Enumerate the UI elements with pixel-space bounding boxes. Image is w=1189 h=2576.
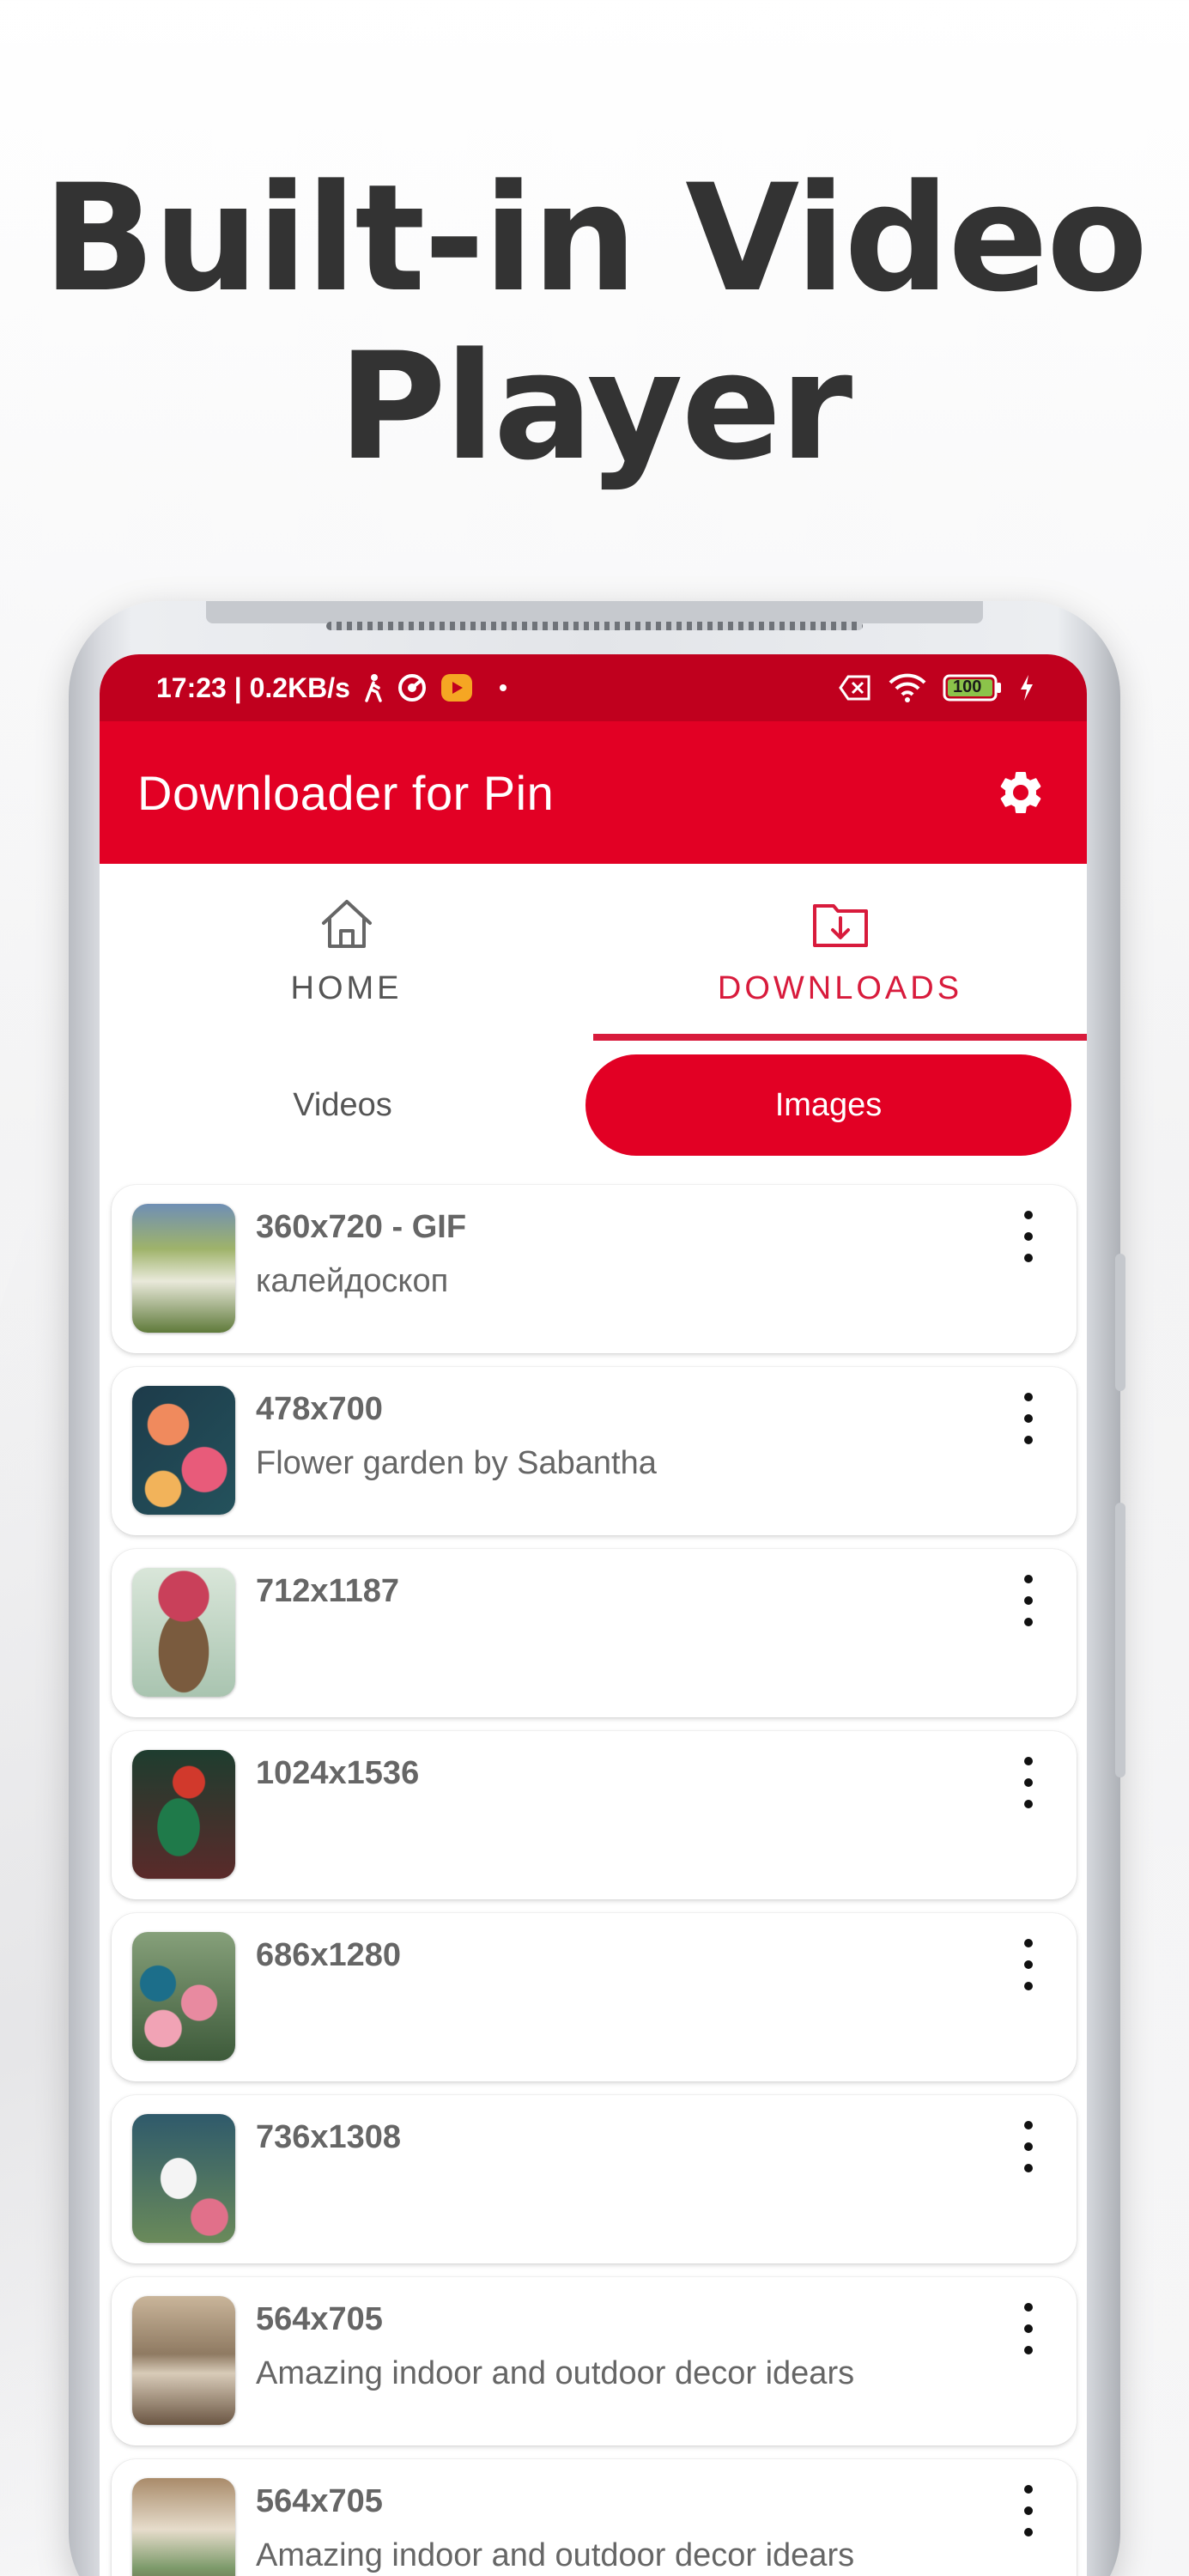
walk-icon xyxy=(362,673,385,702)
thumbnail xyxy=(132,1386,235,1515)
item-dimensions: 1024x1536 xyxy=(256,1755,420,1791)
thumbnail xyxy=(132,2296,235,2425)
more-options-icon[interactable] xyxy=(1011,1211,1046,1262)
volume-button xyxy=(1115,1254,1125,1391)
item-dimensions: 712x1187 xyxy=(256,1573,399,1609)
more-options-icon[interactable] xyxy=(1011,2121,1046,2172)
tab-downloads-label: DOWNLOADS xyxy=(717,970,963,1006)
page-headline: Built-in Video Player xyxy=(0,155,1189,491)
headline-line-2: Player xyxy=(337,320,852,493)
status-time-speed: 17:23 | 0.2KB/s xyxy=(156,671,350,703)
item-dimensions: 564x705 xyxy=(256,2301,383,2337)
phone-top-band xyxy=(206,601,983,623)
list-item[interactable]: 360x720 - GIF калейдоскоп xyxy=(112,1185,1077,1353)
item-title: Amazing indoor and outdoor decor idears xyxy=(256,2537,855,2573)
sim-off-icon xyxy=(838,674,872,702)
list-item[interactable]: 564x705 Amazing indoor and outdoor decor… xyxy=(112,2459,1077,2576)
tab-home[interactable]: HOME xyxy=(100,864,593,1041)
thumbnail xyxy=(132,1750,235,1879)
item-title: калейдоскоп xyxy=(256,1263,449,1299)
more-options-icon[interactable] xyxy=(1011,1757,1046,1808)
list-item[interactable]: 686x1280 xyxy=(112,1913,1077,2081)
more-options-icon[interactable] xyxy=(1011,2303,1046,2354)
settings-button[interactable] xyxy=(991,762,1051,823)
item-dimensions: 736x1308 xyxy=(256,2119,402,2155)
earpiece-speaker xyxy=(326,622,863,630)
app-bar: Downloader for Pin xyxy=(100,721,1087,864)
tab-downloads[interactable]: DOWNLOADS xyxy=(593,864,1087,1041)
list-item[interactable]: 1024x1536 xyxy=(112,1731,1077,1899)
app-title: Downloader for Pin xyxy=(137,765,555,820)
main-tabs: HOME DOWNLOADS xyxy=(100,864,1087,1041)
download-folder-icon xyxy=(806,890,875,958)
headline-line-1: Built-in Video xyxy=(42,152,1148,325)
battery-level: 100 xyxy=(953,677,982,696)
list-item[interactable]: 736x1308 xyxy=(112,2095,1077,2263)
vpn-key-icon xyxy=(397,672,428,703)
media-type-toggle: Videos Images xyxy=(100,1041,1087,1170)
segment-videos[interactable]: Videos xyxy=(100,1054,585,1156)
downloads-list: 360x720 - GIF калейдоскоп 478x700 Flower… xyxy=(112,1185,1077,2576)
dot-icon xyxy=(486,683,512,693)
list-item[interactable]: 712x1187 xyxy=(112,1549,1077,1717)
wifi-icon xyxy=(888,672,927,703)
phone-screen: 17:23 | 0.2KB/s 100 Downloader for Pin H… xyxy=(100,654,1087,2576)
charging-icon xyxy=(1018,673,1035,702)
more-options-icon[interactable] xyxy=(1011,1939,1046,1990)
item-dimensions: 360x720 - GIF xyxy=(256,1209,467,1245)
youtube-icon xyxy=(440,672,474,703)
item-title: Flower garden by Sabantha xyxy=(256,1445,657,1481)
battery-icon: 100 xyxy=(943,673,1003,702)
status-bar: 17:23 | 0.2KB/s 100 xyxy=(100,654,1087,721)
item-dimensions: 686x1280 xyxy=(256,1937,402,1973)
more-options-icon[interactable] xyxy=(1011,2485,1046,2537)
item-dimensions: 478x700 xyxy=(256,1391,383,1427)
thumbnail xyxy=(132,2114,235,2243)
home-icon xyxy=(312,890,381,958)
more-options-icon[interactable] xyxy=(1011,1393,1046,1444)
list-item[interactable]: 478x700 Flower garden by Sabantha xyxy=(112,1367,1077,1535)
item-dimensions: 564x705 xyxy=(256,2483,383,2519)
thumbnail xyxy=(132,1568,235,1697)
power-button xyxy=(1115,1503,1125,1777)
phone-frame: 17:23 | 0.2KB/s 100 Downloader for Pin H… xyxy=(69,601,1125,2576)
tab-active-indicator xyxy=(593,1034,1087,1041)
thumbnail xyxy=(132,2478,235,2576)
gear-icon xyxy=(1000,771,1041,813)
list-item[interactable]: 564x705 Amazing indoor and outdoor decor… xyxy=(112,2277,1077,2445)
tab-home-label: HOME xyxy=(290,970,403,1006)
thumbnail xyxy=(132,1204,235,1333)
segment-images[interactable]: Images xyxy=(585,1054,1071,1156)
more-options-icon[interactable] xyxy=(1011,1575,1046,1626)
item-title: Amazing indoor and outdoor decor idears xyxy=(256,2355,855,2391)
thumbnail xyxy=(132,1932,235,2061)
